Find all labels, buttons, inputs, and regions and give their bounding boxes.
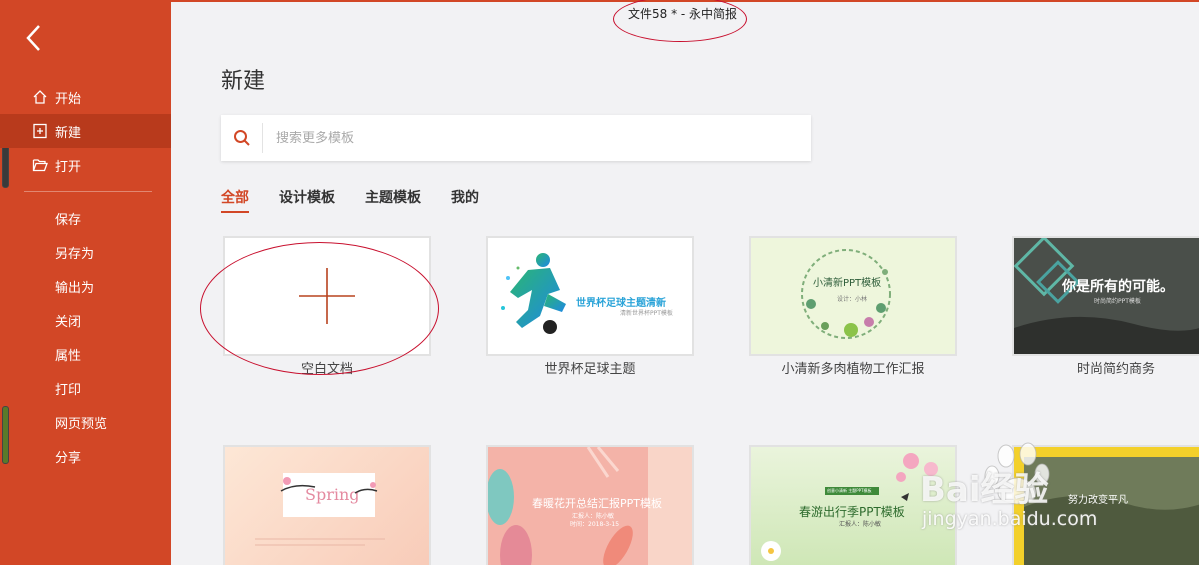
thumb-subtitle: 时尚简约PPT模板	[1094, 298, 1141, 305]
back-button[interactable]	[20, 22, 50, 54]
sidebar-item-web-preview[interactable]: 网页预览	[0, 405, 171, 439]
template-card-spring-outing[interactable]: 创意小清新 主题PPT模板 春游出行季PPT模板 汇报人：陈小敏	[749, 445, 957, 565]
plus-icon	[299, 268, 355, 324]
annotation-ellipse-title	[613, 0, 747, 42]
sidebar-item-label: 开始	[55, 91, 82, 107]
search-input[interactable]	[263, 130, 783, 146]
tab-mine[interactable]: 我的	[451, 187, 479, 213]
home-icon	[31, 88, 49, 106]
sidebar-nav: 开始 新建 打开 保存 另存为 输出为 关闭 属性 打印 网页预览 分享	[0, 80, 171, 473]
template-label: 世界杯足球主题	[544, 362, 636, 377]
template-label: 小清新多肉植物工作汇报	[781, 362, 925, 377]
sidebar-item-open[interactable]: 打开	[0, 148, 171, 182]
template-card-effort[interactable]: 努力改变平凡	[1012, 445, 1199, 565]
sidebar-item-home[interactable]: 开始	[0, 80, 171, 114]
sidebar-item-export[interactable]: 输出为	[0, 269, 171, 303]
sidebar-item-close[interactable]: 关闭	[0, 303, 171, 337]
template-thumbnail: 春暖花开总结汇报PPT模板 汇报人：陈小敏 时间：2018-3-15	[486, 445, 694, 565]
thumb-title: 你是所有的可能。	[1062, 279, 1174, 295]
template-label: 时尚简约商务	[1076, 362, 1155, 377]
sidebar-item-properties[interactable]: 属性	[0, 337, 171, 371]
chevron-left-icon	[26, 25, 40, 51]
template-thumbnail: Spring	[223, 445, 431, 565]
search-icon[interactable]	[221, 123, 263, 153]
sidebar-divider	[24, 191, 152, 192]
branch-image	[255, 477, 385, 546]
template-thumbnail: 你是所有的可能。 时尚简约PPT模板	[1012, 236, 1199, 356]
template-tabs: 全部 设计模板 主题模板 我的	[221, 187, 509, 213]
thumb-subtitle: 清新世界杯PPT模板	[620, 310, 673, 317]
template-thumbnail: 小清新PPT模板 设计：小林	[749, 236, 957, 356]
sidebar: 开始 新建 打开 保存 另存为 输出为 关闭 属性 打印 网页预览 分享	[0, 0, 171, 565]
sidebar-item-label: 打开	[55, 159, 82, 175]
template-card-blank[interactable]: 空白文档	[223, 236, 431, 377]
new-file-icon	[31, 122, 49, 140]
folder-open-icon	[31, 156, 49, 174]
template-thumbnail: 世界杯足球主题清新 清新世界杯PPT模板	[486, 236, 694, 356]
landscape-image	[1024, 457, 1199, 565]
template-label: 空白文档	[300, 362, 353, 377]
sidebar-item-save[interactable]: 保存	[0, 201, 171, 235]
template-thumbnail: 努力改变平凡	[1012, 445, 1199, 565]
sidebar-item-label: 新建	[55, 125, 82, 141]
template-card-succulent[interactable]: 小清新PPT模板 设计：小林 小清新多肉植物工作汇报	[749, 236, 957, 377]
template-card-business[interactable]: 你是所有的可能。 时尚简约PPT模板 时尚简约商务	[1012, 236, 1199, 377]
template-card-worldcup[interactable]: 世界杯足球主题清新 清新世界杯PPT模板 世界杯足球主题	[486, 236, 694, 377]
thumb-title: 春暖花开总结汇报PPT模板	[532, 497, 662, 510]
template-thumbnail	[223, 236, 431, 356]
page-title: 新建	[221, 69, 266, 94]
thumb-subtitle: 设计：小林	[837, 296, 868, 303]
template-card-spring-summary[interactable]: 春暖花开总结汇报PPT模板 汇报人：陈小敏 时间：2018-3-15	[486, 445, 694, 565]
thumb-title: 世界杯足球主题清新	[576, 298, 666, 309]
search-box	[221, 115, 811, 161]
thumb-date: 时间：2018-3-15	[570, 521, 620, 528]
sidebar-item-print[interactable]: 打印	[0, 371, 171, 405]
flowers-image	[761, 453, 938, 561]
sidebar-item-share[interactable]: 分享	[0, 439, 171, 473]
tab-all[interactable]: 全部	[221, 187, 249, 213]
thumb-title: 小清新PPT模板	[813, 278, 882, 289]
template-card-spring[interactable]: Spring	[223, 445, 431, 565]
sidebar-item-save-as[interactable]: 另存为	[0, 235, 171, 269]
tab-design-templates[interactable]: 设计模板	[279, 187, 335, 213]
sidebar-item-new[interactable]: 新建	[0, 114, 171, 148]
thumb-title: 努力改变平凡	[1068, 495, 1128, 506]
tab-theme-templates[interactable]: 主题模板	[365, 187, 421, 213]
template-thumbnail: 创意小清新 主题PPT模板 春游出行季PPT模板 汇报人：陈小敏	[749, 445, 957, 565]
